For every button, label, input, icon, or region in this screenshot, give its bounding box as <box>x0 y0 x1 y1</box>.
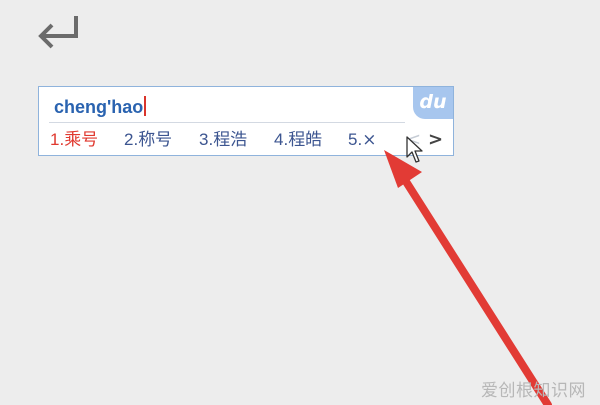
candidate-index: 1. <box>50 130 65 149</box>
candidate-text: 程浩 <box>213 130 248 150</box>
composition-string: cheng'hao <box>54 94 146 120</box>
ime-logo-text: du <box>419 91 447 113</box>
candidate-index: 4. <box>274 130 289 149</box>
candidate-index: 2. <box>124 130 139 149</box>
enter-icon <box>38 16 78 49</box>
mouse-pointer-icon <box>406 136 423 163</box>
candidate-text: 称号 <box>138 130 173 150</box>
candidate-item-1[interactable]: 1.乘号 <box>50 128 98 152</box>
text-caret <box>144 96 146 116</box>
candidate-delete-icon: × <box>362 130 377 150</box>
candidate-item-2[interactable]: 2.称号 <box>124 128 172 152</box>
candidate-item-5[interactable]: 5.× <box>348 128 376 152</box>
annotation-arrow <box>384 150 552 405</box>
ime-candidate-window: cheng'hao du 1.乘号 2.称号 3.程浩 4.程皓 5.× < > <box>38 86 454 156</box>
composition-text: cheng'hao <box>54 97 144 117</box>
next-page-button[interactable]: > <box>428 128 443 152</box>
candidate-text: 程皓 <box>288 130 323 150</box>
candidate-text: 乘号 <box>64 130 99 150</box>
candidate-item-4[interactable]: 4.程皓 <box>274 128 322 152</box>
watermark: 爱创根知识网 <box>481 381 586 401</box>
candidate-item-3[interactable]: 3.程浩 <box>199 128 247 152</box>
annotation-arrow-shaft <box>401 176 552 405</box>
candidate-index: 5. <box>348 130 363 149</box>
composition-divider <box>49 122 405 123</box>
candidate-index: 3. <box>199 130 214 149</box>
ime-logo[interactable]: du <box>413 87 453 119</box>
